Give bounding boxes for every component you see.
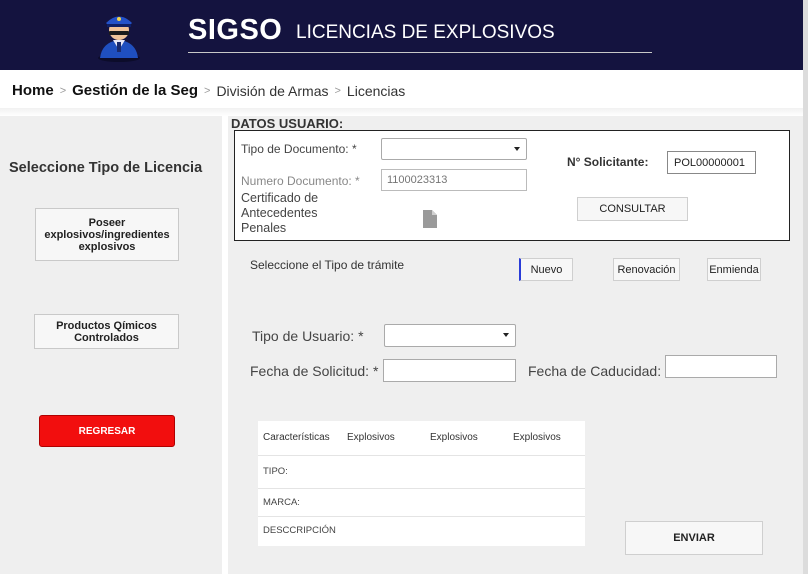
tramite-nuevo-button[interactable]: Nuevo	[519, 258, 573, 281]
table-row-label: MARCA:	[263, 497, 300, 508]
breadcrumb-division[interactable]: División de Armas	[216, 83, 328, 99]
table-header: Explosivos	[513, 432, 561, 443]
tramite-enmienda-button[interactable]: Enmienda	[707, 258, 761, 281]
enviar-button[interactable]: ENVIAR	[625, 521, 763, 555]
tramite-label: Seleccione el Tipo de trámite	[250, 258, 405, 272]
document-icon[interactable]	[422, 209, 438, 229]
tipo-usuario-label: Tipo de Usuario: *	[252, 328, 364, 344]
fecha-solicitud-input[interactable]	[383, 359, 516, 382]
table-divider	[258, 488, 585, 489]
tramite-renovacion-button[interactable]: Renovación	[613, 258, 680, 281]
regresar-button[interactable]: REGRESAR	[39, 415, 175, 447]
breadcrumb-gestion[interactable]: Gestión de la Seg	[72, 82, 198, 99]
solicitante-label: N° Solicitante:	[567, 155, 649, 169]
breadcrumb-separator: >	[59, 84, 67, 97]
title-underline	[188, 52, 652, 53]
table-row-label: DESCCRIPCIÓN	[263, 525, 336, 536]
breadcrumb-separator: >	[334, 84, 341, 97]
breadcrumb-separator: >	[204, 84, 211, 97]
table-header: Explosivos	[347, 432, 395, 443]
table-divider	[258, 516, 585, 517]
table-row-label: TIPO:	[263, 466, 288, 477]
solicitante-input[interactable]	[667, 151, 756, 174]
poseer-explosivos-button[interactable]: Poseer explosivos/ingredientes explosivo…	[35, 208, 179, 261]
characteristics-table: Características Explosivos Explosivos Ex…	[258, 421, 585, 546]
breadcrumb: Home > Gestión de la Seg > División de A…	[12, 82, 405, 99]
consultar-button[interactable]: CONSULTAR	[577, 197, 688, 221]
app-subtitle: LICENCIAS DE EXPLOSIVOS	[296, 22, 555, 43]
fecha-solicitud-label: Fecha de Solicitud: *	[250, 363, 379, 379]
numero-documento-label: Numero Documento: *	[241, 174, 360, 188]
breadcrumb-licencias[interactable]: Licencias	[347, 83, 405, 99]
table-divider	[258, 455, 585, 456]
window-right-edge	[803, 0, 808, 574]
license-type-title: Seleccione Tipo de Licencia	[9, 160, 203, 176]
datos-usuario-title: DATOS USUARIO:	[231, 116, 344, 131]
productos-quimicos-button[interactable]: Productos Qímicos Controlados	[34, 314, 179, 349]
breadcrumb-home[interactable]: Home	[12, 82, 54, 99]
tipo-usuario-select[interactable]	[384, 324, 516, 347]
certificado-label: Certificado de Antecedentes Penales	[241, 191, 319, 235]
tipo-documento-label: Tipo de Documento: *	[241, 142, 357, 156]
fecha-caducidad-label: Fecha de Caducidad: *	[528, 363, 671, 379]
fecha-caducidad-input[interactable]	[665, 355, 777, 378]
numero-documento-input[interactable]	[381, 169, 527, 191]
chevron-down-icon	[514, 147, 520, 151]
police-officer-icon	[96, 6, 142, 62]
chevron-down-icon	[503, 333, 509, 337]
table-header: Características	[263, 432, 330, 443]
tipo-documento-select[interactable]	[381, 138, 527, 160]
breadcrumb-shadow	[0, 108, 803, 116]
table-header: Explosivos	[430, 432, 478, 443]
app-name: SIGSO	[188, 14, 283, 46]
